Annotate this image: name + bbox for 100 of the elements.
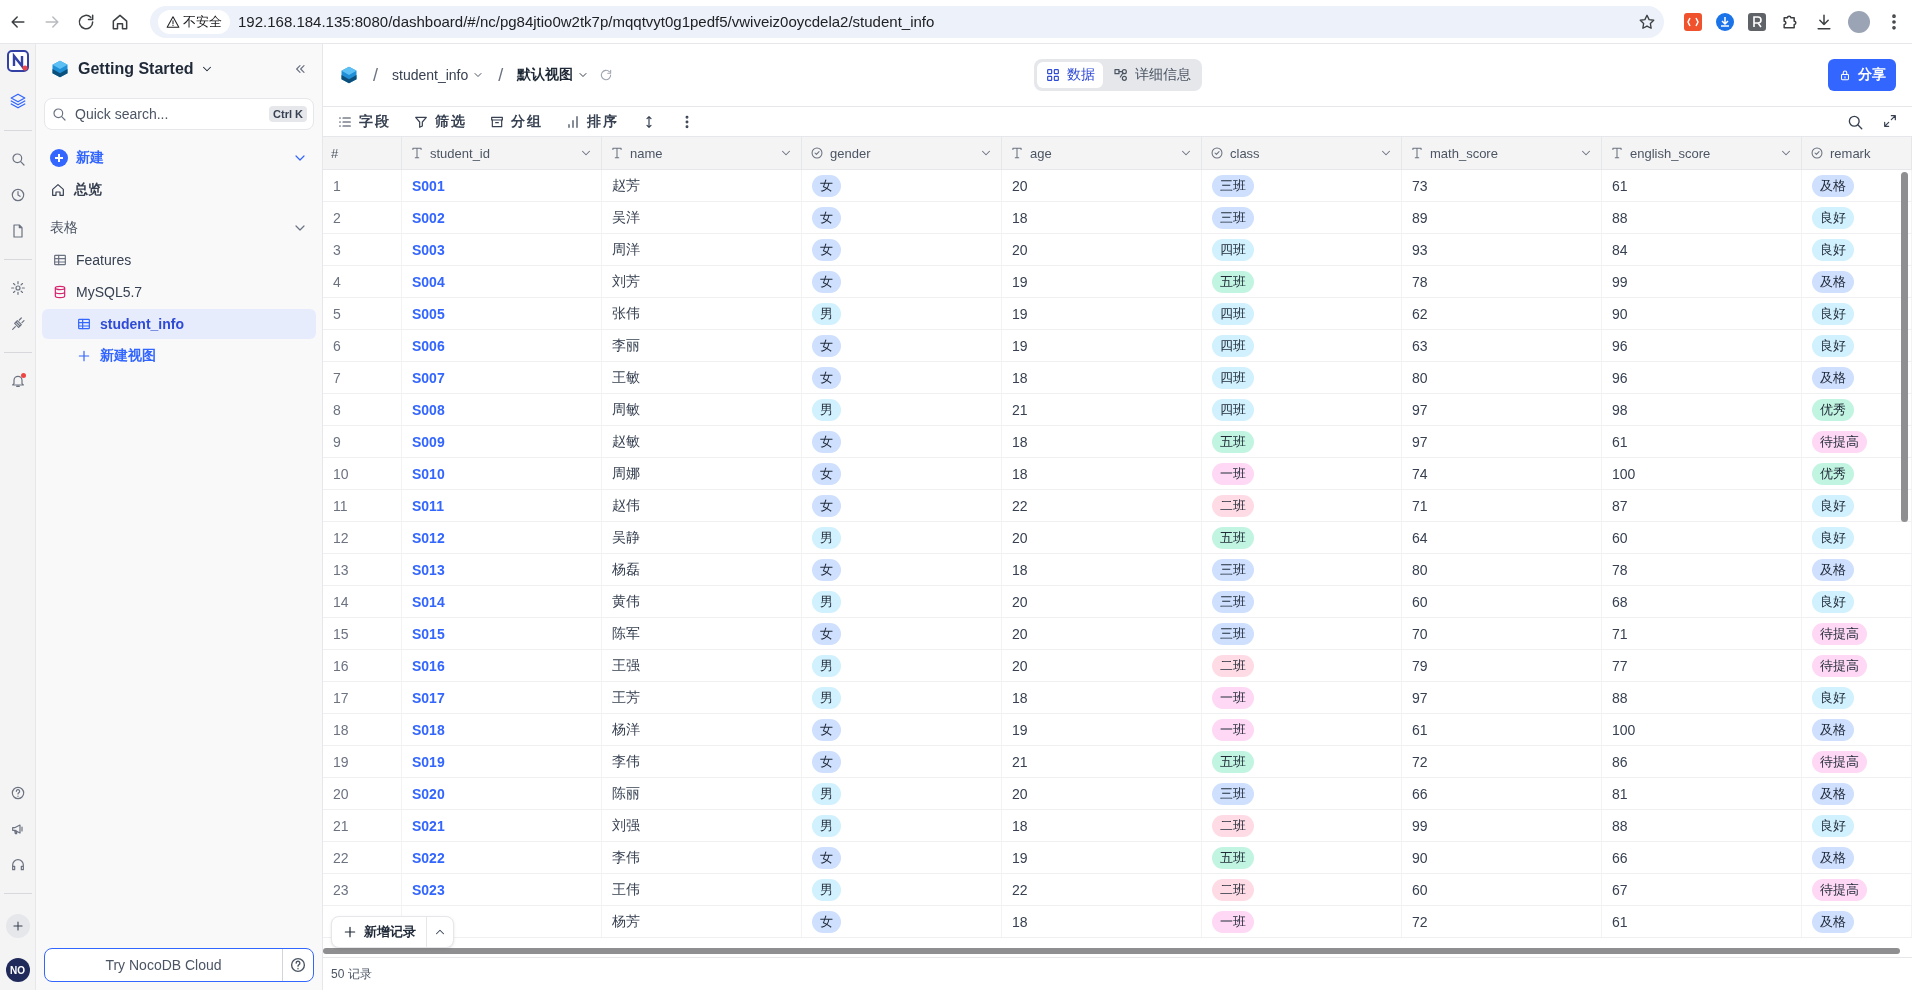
user-avatar[interactable]: NO (5, 958, 30, 982)
table-cell: 71 (1612, 625, 1628, 642)
extension-icon[interactable] (1716, 12, 1734, 31)
plug-icon[interactable] (9, 316, 26, 332)
star-icon[interactable] (1638, 12, 1656, 31)
table-cell[interactable]: S006 (412, 337, 445, 354)
toolbar-button[interactable]: 字段 (337, 112, 391, 131)
table-cell[interactable]: S012 (412, 529, 445, 546)
row-number: 21 (333, 817, 349, 834)
toolbar-button[interactable]: 排序 (565, 112, 619, 131)
row-number: 14 (333, 593, 349, 610)
expand-icon[interactable] (1882, 112, 1898, 129)
table-cell[interactable]: S008 (412, 401, 445, 418)
help-icon[interactable] (9, 785, 26, 801)
search-icon[interactable] (9, 151, 26, 167)
table-cell[interactable]: S022 (412, 849, 445, 866)
table-icon (76, 316, 92, 332)
table-cell[interactable]: S017 (412, 689, 445, 706)
table-cell[interactable]: S004 (412, 273, 445, 290)
security-chip[interactable]: 不安全 (158, 9, 230, 34)
table-cell[interactable]: S019 (412, 753, 445, 770)
option-tag: 一班 (1212, 686, 1254, 709)
table-cell[interactable]: S016 (412, 657, 445, 674)
table-cell[interactable]: S003 (412, 241, 445, 258)
layers-icon[interactable] (8, 92, 27, 110)
table-cell: 杨洋 (612, 720, 640, 739)
option-tag: 女 (812, 910, 841, 933)
new-item[interactable]: 新建 (42, 142, 316, 174)
column-header[interactable]: class (1202, 137, 1402, 169)
view-tab[interactable]: 详细信息 (1104, 62, 1199, 88)
settings-icon[interactable] (9, 280, 26, 296)
column-header[interactable]: name (602, 137, 802, 169)
option-tag: 五班 (1212, 846, 1254, 869)
option-tag: 三班 (1212, 590, 1254, 613)
column-header[interactable]: english_score (1602, 137, 1802, 169)
table-cell[interactable]: S013 (412, 561, 445, 578)
search-bar[interactable]: Quick search... Ctrl K (44, 98, 314, 130)
extension-icon[interactable] (1748, 12, 1766, 31)
column-header[interactable]: age (1002, 137, 1202, 169)
table-cell: 80 (1412, 369, 1428, 386)
option-tag: 及格 (1812, 174, 1854, 197)
help-icon[interactable] (289, 956, 307, 974)
table-cell[interactable]: S023 (412, 881, 445, 898)
table-cell[interactable]: S010 (412, 465, 445, 482)
table-cell: 90 (1612, 305, 1628, 322)
table-cell: 100 (1612, 721, 1636, 738)
view-tab[interactable]: 数据 (1036, 62, 1103, 88)
workspace-switcher[interactable]: Getting Started (78, 60, 214, 78)
database-icon (52, 284, 68, 300)
row-number: 16 (333, 657, 349, 674)
app-logo[interactable] (6, 50, 29, 72)
profile-avatar[interactable] (1848, 10, 1870, 33)
option-tag: 及格 (1812, 910, 1854, 933)
column-header[interactable]: remark (1802, 137, 1912, 169)
toolbar-button[interactable]: 分组 (489, 112, 543, 131)
table-cell[interactable]: S020 (412, 785, 445, 802)
clock-icon[interactable] (9, 187, 26, 203)
option-tag: 待提高 (1812, 622, 1867, 645)
table-cell: 60 (1412, 881, 1428, 898)
section-label: 表格 (50, 219, 78, 237)
table-cell[interactable]: S007 (412, 369, 445, 386)
search-field[interactable]: Quick search... (73, 105, 264, 123)
table-breadcrumb[interactable]: student_info (392, 67, 485, 83)
table-cell: 68 (1612, 593, 1628, 610)
overview-item[interactable]: 总览 (42, 174, 316, 206)
headset-icon[interactable] (9, 857, 26, 873)
table-cell: 18 (1012, 433, 1028, 450)
sidebar-item[interactable]: student_info (42, 309, 316, 339)
scrollbar[interactable] (1901, 172, 1908, 522)
column-header[interactable]: # (323, 137, 402, 169)
table-cell[interactable]: S009 (412, 433, 445, 450)
option-tag: 三班 (1212, 174, 1254, 197)
view-breadcrumb[interactable]: 默认视图 (517, 66, 590, 84)
option-tag: 五班 (1212, 270, 1254, 293)
column-header[interactable]: math_score (1402, 137, 1602, 169)
bell-icon[interactable] (9, 373, 26, 389)
share-button[interactable]: 分享 (1828, 59, 1896, 91)
table-cell[interactable]: S015 (412, 625, 445, 642)
row-number: 7 (333, 369, 341, 386)
table-cell[interactable]: S001 (412, 177, 445, 194)
table-cell[interactable]: S014 (412, 593, 445, 610)
column-header[interactable]: gender (802, 137, 1002, 169)
extension-icon[interactable] (1684, 12, 1702, 31)
option-tag: 男 (812, 302, 841, 325)
table-cell[interactable]: S002 (412, 209, 445, 226)
sidebar-item[interactable]: Features (42, 245, 316, 275)
row-number: 12 (333, 529, 349, 546)
table-cell[interactable]: S011 (412, 497, 444, 514)
table-cell: 刘芳 (612, 272, 640, 291)
add-button[interactable] (5, 914, 30, 938)
table-cell: 杨芳 (612, 912, 640, 931)
table-cell[interactable]: S005 (412, 305, 445, 322)
sidebar-item[interactable]: 新建视图 (42, 341, 316, 371)
scrollbar[interactable] (323, 948, 1900, 954)
address-bar[interactable]: 不安全 192.168.184.135:8080/dashboard/#/nc/pg84jtio0w2tk7p/mqqtvyt0g1pedf5/vwiveiz0oycdela2/student_info (150, 5, 1664, 38)
table-cell[interactable]: S021 (412, 817, 445, 834)
table-cell[interactable]: S018 (412, 721, 445, 738)
column-header[interactable]: student_id (402, 137, 602, 169)
sidebar-item[interactable]: MySQL5.7 (42, 277, 316, 307)
toolbar-button[interactable]: 筛选 (413, 112, 467, 131)
